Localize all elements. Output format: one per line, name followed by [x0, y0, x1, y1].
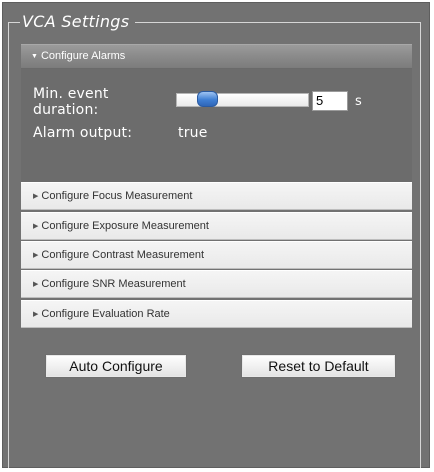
- reset-to-default-button[interactable]: Reset to Default: [241, 354, 396, 378]
- triangle-right-icon: ▶: [33, 281, 39, 288]
- configure-snr-measurement-header[interactable]: ▶ Configure SNR Measurement: [21, 270, 412, 298]
- min-event-duration-input[interactable]: 5: [312, 91, 348, 111]
- section-label: Configure SNR Measurement: [41, 278, 186, 290]
- min-event-duration-label: Min. event duration:: [33, 86, 109, 118]
- min-event-duration-slider-track[interactable]: [176, 93, 309, 107]
- configure-alarms-label: Configure Alarms: [40, 50, 126, 62]
- panel-title: VCA Settings: [20, 12, 136, 32]
- configure-exposure-measurement-header[interactable]: ▶ Configure Exposure Measurement: [21, 212, 412, 240]
- triangle-right-icon: ▶: [33, 193, 39, 200]
- min-event-duration-slider-handle[interactable]: [197, 91, 218, 107]
- configure-contrast-measurement-header[interactable]: ▶ Configure Contrast Measurement: [21, 241, 412, 269]
- triangle-right-icon: ▶: [33, 252, 39, 259]
- alarm-output-label: Alarm output:: [33, 125, 133, 141]
- triangle-right-icon: ▶: [33, 223, 39, 230]
- auto-configure-button[interactable]: Auto Configure: [45, 354, 187, 378]
- configure-evaluation-rate-header[interactable]: ▶ Configure Evaluation Rate: [21, 300, 412, 328]
- triangle-right-icon: ▶: [33, 311, 39, 318]
- configure-alarms-header[interactable]: ▼ Configure Alarms: [21, 44, 412, 69]
- section-label: Configure Exposure Measurement: [41, 220, 209, 232]
- triangle-down-icon: ▼: [31, 53, 38, 60]
- alarm-output-value: true: [178, 125, 208, 141]
- section-label: Configure Evaluation Rate: [41, 308, 170, 320]
- min-event-duration-unit: s: [355, 94, 362, 109]
- section-label: Configure Focus Measurement: [41, 190, 193, 202]
- configure-focus-measurement-header[interactable]: ▶ Configure Focus Measurement: [21, 182, 412, 210]
- section-label: Configure Contrast Measurement: [41, 249, 205, 261]
